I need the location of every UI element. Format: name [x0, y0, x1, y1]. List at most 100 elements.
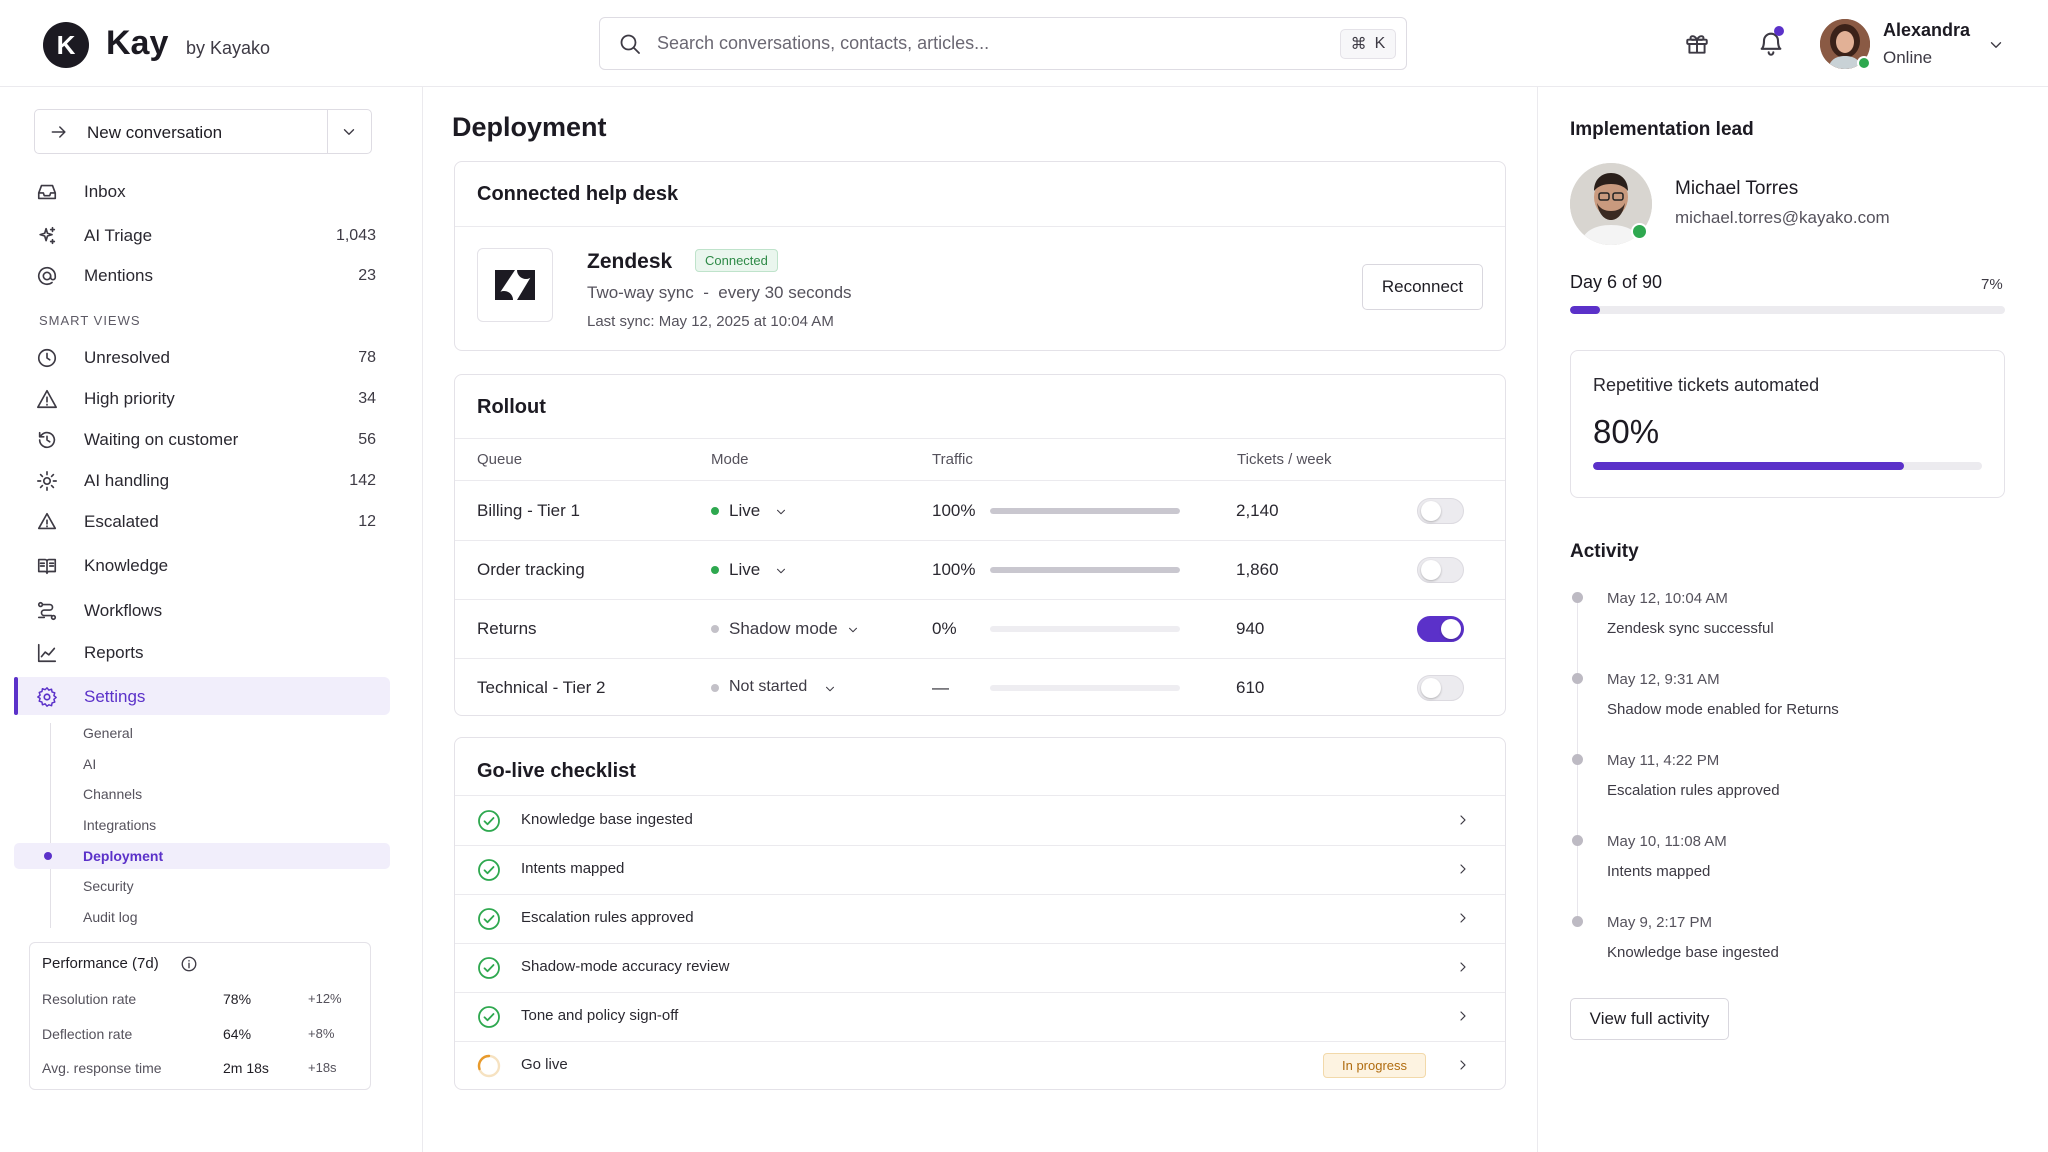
view-full-activity-button[interactable]: View full activity [1570, 998, 1729, 1040]
settings-sub-security[interactable]: Security [83, 878, 134, 894]
day-progress-percent: 7% [1981, 276, 2003, 293]
toggle-knob [1421, 501, 1441, 521]
perf-value: 64% [223, 1026, 252, 1042]
helpdesk-last-sync: Last sync: May 12, 2025 at 10:04 AM [587, 313, 834, 330]
perf-delta: +18s [308, 1060, 337, 1075]
tickets-value: 1,860 [1236, 560, 1279, 579]
reconnect-button[interactable]: Reconnect [1362, 264, 1483, 310]
user-menu-chevron-icon[interactable] [1987, 36, 2005, 54]
lead-name: Michael Torres [1675, 178, 1799, 199]
traffic-bar-fill [990, 508, 1180, 514]
checklist-item[interactable]: Tone and policy sign-off [455, 992, 1505, 1041]
checklist-item-label: Knowledge base ingested [521, 811, 693, 828]
sidebar-item-count: 12 [358, 513, 376, 530]
settings-sub-ai[interactable]: AI [83, 756, 96, 772]
zendesk-logo-mark [495, 270, 535, 300]
sidebar-item-unresolved[interactable]: Unresolved 78 [14, 338, 390, 376]
activity-time: May 11, 4:22 PM [1607, 752, 1720, 769]
traffic-value: 100% [932, 501, 976, 520]
notifications-button[interactable] [1757, 26, 1787, 59]
settings-sub-deployment: Deployment [83, 848, 164, 864]
mode-select[interactable]: Shadow mode [729, 619, 838, 639]
helpdesk-name: Zendesk [587, 250, 673, 273]
search-icon [620, 34, 640, 54]
history-icon [38, 431, 56, 449]
traffic-bar-fill [990, 567, 1180, 573]
info-icon[interactable] [180, 955, 198, 973]
sidebar-item-escalated[interactable]: Escalated 12 [14, 502, 390, 540]
chevron-right-icon [1460, 864, 1466, 874]
active-dot [44, 852, 52, 860]
checklist-item[interactable]: Escalation rules approved [455, 894, 1505, 943]
mode-select[interactable]: Live [729, 560, 760, 580]
search-placeholder: Search conversations, contacts, articles… [657, 33, 990, 53]
check-circle-icon [478, 859, 500, 881]
checklist-item[interactable]: Shadow-mode accuracy review [455, 943, 1505, 992]
sidebar-item-inbox[interactable]: Inbox [14, 172, 390, 210]
sidebar-item-count: 78 [358, 349, 376, 366]
checklist-item[interactable]: Knowledge base ingested [455, 796, 1505, 845]
user-name: Alexandra [1883, 20, 1971, 40]
sidebar-item-settings[interactable]: Settings [14, 677, 390, 715]
settings-sub-deployment-row[interactable]: Deployment [14, 843, 390, 869]
settings-sub-general[interactable]: General [83, 725, 133, 741]
chevron-down-icon[interactable] [340, 123, 358, 141]
sidebar-item-mentions[interactable]: Mentions 23 [14, 256, 390, 294]
mode-status-dot [711, 625, 719, 633]
sidebar-item-knowledge[interactable]: Knowledge [14, 546, 390, 584]
chevron-down-icon[interactable] [846, 623, 860, 637]
sidebar-item-reports[interactable]: Reports [14, 633, 390, 671]
brand-logo[interactable]: K [43, 22, 89, 68]
queue-toggle[interactable] [1417, 557, 1464, 583]
mode-select[interactable]: Not started [729, 678, 807, 696]
sidebar-item-workflows[interactable]: Workflows [14, 591, 390, 629]
check-circle-icon [478, 957, 500, 979]
settings-sub-integrations[interactable]: Integrations [83, 817, 156, 833]
divider [455, 226, 1505, 227]
check-circle-icon [478, 1006, 500, 1028]
sidebar-item-ai-handling[interactable]: AI handling 142 [14, 461, 390, 499]
settings-sub-audit-log[interactable]: Audit log [83, 909, 137, 925]
settings-sub-channels[interactable]: Channels [83, 786, 142, 802]
book-icon [37, 558, 57, 575]
queue-name: Technical - Tier 2 [477, 678, 606, 697]
activity-title: Activity [1570, 541, 1639, 562]
traffic-value: 100% [932, 560, 976, 579]
chevron-right-icon [1460, 1011, 1466, 1021]
chevron-down-icon[interactable] [823, 682, 837, 696]
mode-select[interactable]: Live [729, 501, 760, 521]
status-badge: In progress [1323, 1053, 1427, 1078]
perf-delta: +8% [308, 1026, 335, 1041]
sidebar-item-high-priority[interactable]: High priority 34 [14, 379, 390, 417]
mode-status-dot [711, 566, 719, 574]
sidebar-item-count: 142 [349, 472, 376, 489]
search-input[interactable]: Search conversations, contacts, articles… [599, 17, 1407, 70]
settings-subnav-line [50, 723, 51, 928]
sidebar-item-waiting-on-customer[interactable]: Waiting on customer 56 [14, 420, 390, 458]
brand-subtitle: by Kayako [186, 38, 271, 58]
activity-time: May 9, 2:17 PM [1607, 914, 1713, 931]
automation-value: 80% [1593, 413, 1660, 450]
sidebar-item-count: 1,043 [335, 227, 376, 244]
lead-email[interactable]: michael.torres@kayako.com [1675, 208, 1890, 228]
perf-value: 78% [223, 991, 252, 1007]
chevron-down-icon[interactable] [774, 505, 788, 519]
chevron-down-icon[interactable] [774, 564, 788, 578]
queue-toggle[interactable] [1417, 498, 1464, 524]
new-conversation-label: New conversation [87, 123, 223, 142]
day-progress-label: Day 6 of 90 [1570, 272, 1663, 292]
checklist-card: Go-live checklist Knowledge base ingeste… [454, 737, 1506, 1090]
queue-toggle[interactable] [1417, 616, 1464, 642]
sidebar-item-label: Knowledge [84, 556, 169, 575]
activity-time: May 12, 10:04 AM [1607, 590, 1728, 607]
sidebar-item-ai-triage[interactable]: AI Triage 1,043 [14, 216, 390, 254]
user-status: Online [1883, 48, 1933, 67]
divider [327, 110, 328, 153]
gift-icon[interactable] [1684, 31, 1710, 57]
checklist-item[interactable]: Go live In progress [455, 1041, 1505, 1090]
checklist-item[interactable]: Intents mapped [455, 845, 1505, 894]
queue-toggle[interactable] [1417, 675, 1464, 701]
automation-label: Repetitive tickets automated [1593, 375, 1820, 395]
new-conversation-button[interactable]: New conversation [34, 109, 372, 154]
chevron-right-icon [1460, 962, 1466, 972]
